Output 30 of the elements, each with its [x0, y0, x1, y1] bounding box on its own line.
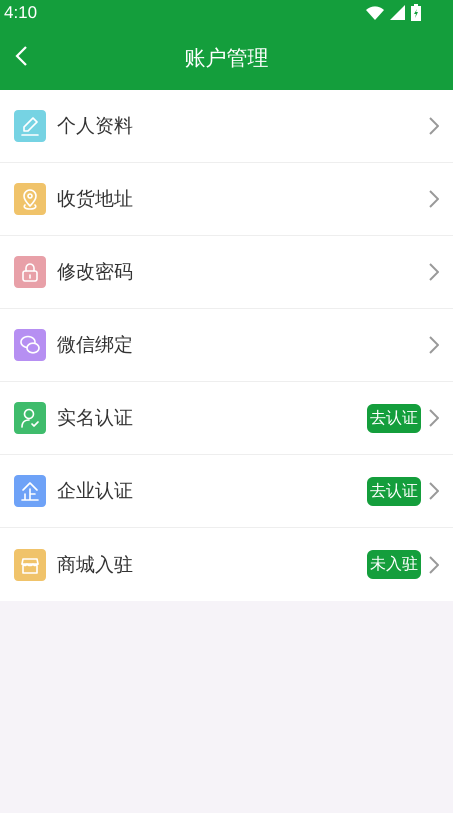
item-label: 企业认证	[57, 479, 134, 504]
status-time: 4:10	[4, 2, 38, 22]
menu-item[interactable]: 商城入驻 未入驻	[0, 528, 453, 601]
signal-icon	[390, 5, 405, 20]
chevron-icon	[429, 263, 439, 281]
chevron-icon	[429, 336, 439, 354]
item-label: 微信绑定	[57, 333, 134, 358]
item-label: 个人资料	[57, 114, 134, 139]
battery-icon	[411, 4, 421, 21]
menu-item[interactable]: 修改密码	[0, 236, 453, 309]
item-label: 修改密码	[57, 260, 134, 285]
menu-item[interactable]: 微信绑定	[0, 309, 453, 382]
chevron-icon	[429, 409, 439, 427]
item-label: 商城入驻	[57, 552, 134, 578]
page-title: 账户管理	[184, 44, 268, 72]
wifi-icon	[366, 6, 384, 20]
menu-item[interactable]: 企业认证 去认证	[0, 455, 453, 528]
back-icon[interactable]	[14, 45, 28, 67]
menu-item[interactable]: 实名认证 去认证	[0, 382, 453, 455]
chevron-icon	[429, 117, 439, 135]
menu-item[interactable]: 个人资料	[0, 90, 453, 163]
menu-item[interactable]: 收货地址	[0, 163, 453, 236]
chevron-icon	[429, 482, 439, 500]
status-badge: 去认证	[367, 404, 421, 432]
item-label: 实名认证	[57, 406, 134, 431]
status-badge: 去认证	[367, 476, 421, 506]
chevron-icon	[429, 556, 439, 574]
chevron-icon	[429, 190, 439, 208]
item-label: 收货地址	[57, 187, 134, 212]
status-badge: 未入驻	[367, 550, 421, 579]
